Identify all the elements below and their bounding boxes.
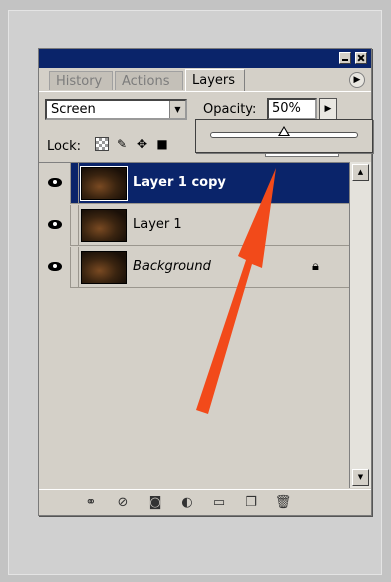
new-layer-icon[interactable]: ❐ [241, 494, 261, 512]
opacity-input[interactable]: 50% [267, 98, 317, 120]
lock-label: Lock: [47, 139, 82, 154]
mask-icon[interactable]: ◙ [145, 494, 165, 512]
opacity-label: Opacity: [203, 102, 257, 117]
layers-list: Layer 1 copy Layer 1 Background 🔒︎ [39, 162, 349, 488]
brush-icon[interactable]: ✎ [115, 137, 129, 151]
opacity-slider-popup [195, 119, 373, 153]
layer-row[interactable]: Layer 1 [39, 205, 349, 246]
layer-thumbnail [81, 209, 127, 242]
link-cell[interactable] [71, 247, 79, 288]
eye-icon [48, 220, 62, 229]
scroll-up-button[interactable]: ▲ [352, 164, 369, 181]
tab-actions[interactable]: Actions [115, 71, 183, 90]
triangle-right-icon: ▶ [353, 75, 361, 85]
minimize-button[interactable] [339, 52, 351, 64]
layers-toolbar: ⚭ ⊘ ◙ ◐ ▭ ❐ 🗑︎ [39, 489, 371, 515]
visibility-toggle[interactable] [39, 163, 71, 204]
lock-transparency-icon[interactable] [95, 137, 109, 151]
tab-layers[interactable]: Layers [185, 69, 245, 91]
folder-icon[interactable]: ▭ [209, 494, 229, 512]
lock-icon[interactable]: ■ [155, 137, 169, 151]
tab-history[interactable]: History [49, 71, 113, 90]
layer-name: Layer 1 copy [133, 175, 226, 190]
link-cell[interactable] [71, 163, 79, 204]
move-icon[interactable]: ✥ [135, 137, 149, 151]
blend-mode-value: Screen [51, 102, 96, 117]
link-icon[interactable]: ⚭ [81, 494, 101, 512]
link-cell[interactable] [71, 205, 79, 246]
eye-icon [48, 262, 62, 271]
adjustment-icon[interactable]: ◐ [177, 494, 197, 512]
palette-menu-button[interactable]: ▶ [349, 72, 365, 88]
palette-tabs: History Actions Layers ▶ [39, 69, 371, 91]
lock-icon: 🔒︎ [312, 259, 319, 274]
layers-palette: History Actions Layers ▶ Screen ▼ Opacit… [38, 48, 373, 516]
layer-thumbnail [80, 166, 128, 201]
chevron-down-icon[interactable]: ▼ [169, 101, 185, 118]
triangle-right-icon: ▶ [324, 104, 332, 114]
lock-options: ✎ ✥ ■ [95, 137, 169, 155]
opacity-slider-thumb[interactable] [278, 126, 290, 136]
trash-icon[interactable]: 🗑︎ [273, 494, 293, 512]
eye-icon [48, 178, 62, 187]
layer-name: Layer 1 [133, 217, 182, 232]
layer-name: Background [133, 259, 211, 274]
palette-titlebar[interactable] [39, 49, 371, 68]
close-button[interactable] [355, 52, 367, 64]
blend-mode-select[interactable]: Screen ▼ [45, 99, 187, 120]
opacity-slider-toggle[interactable]: ▶ [319, 98, 337, 120]
layer-thumbnail [81, 251, 127, 284]
layer-row[interactable]: Background 🔒︎ [39, 247, 349, 288]
layer-row[interactable]: Layer 1 copy [39, 163, 349, 204]
visibility-toggle[interactable] [39, 205, 71, 246]
visibility-toggle[interactable] [39, 247, 71, 288]
scroll-down-button[interactable]: ▼ [352, 469, 369, 486]
layer-style-icon[interactable]: ⊘ [113, 494, 133, 512]
layers-scrollbar[interactable]: ▲ ▼ [349, 162, 371, 488]
